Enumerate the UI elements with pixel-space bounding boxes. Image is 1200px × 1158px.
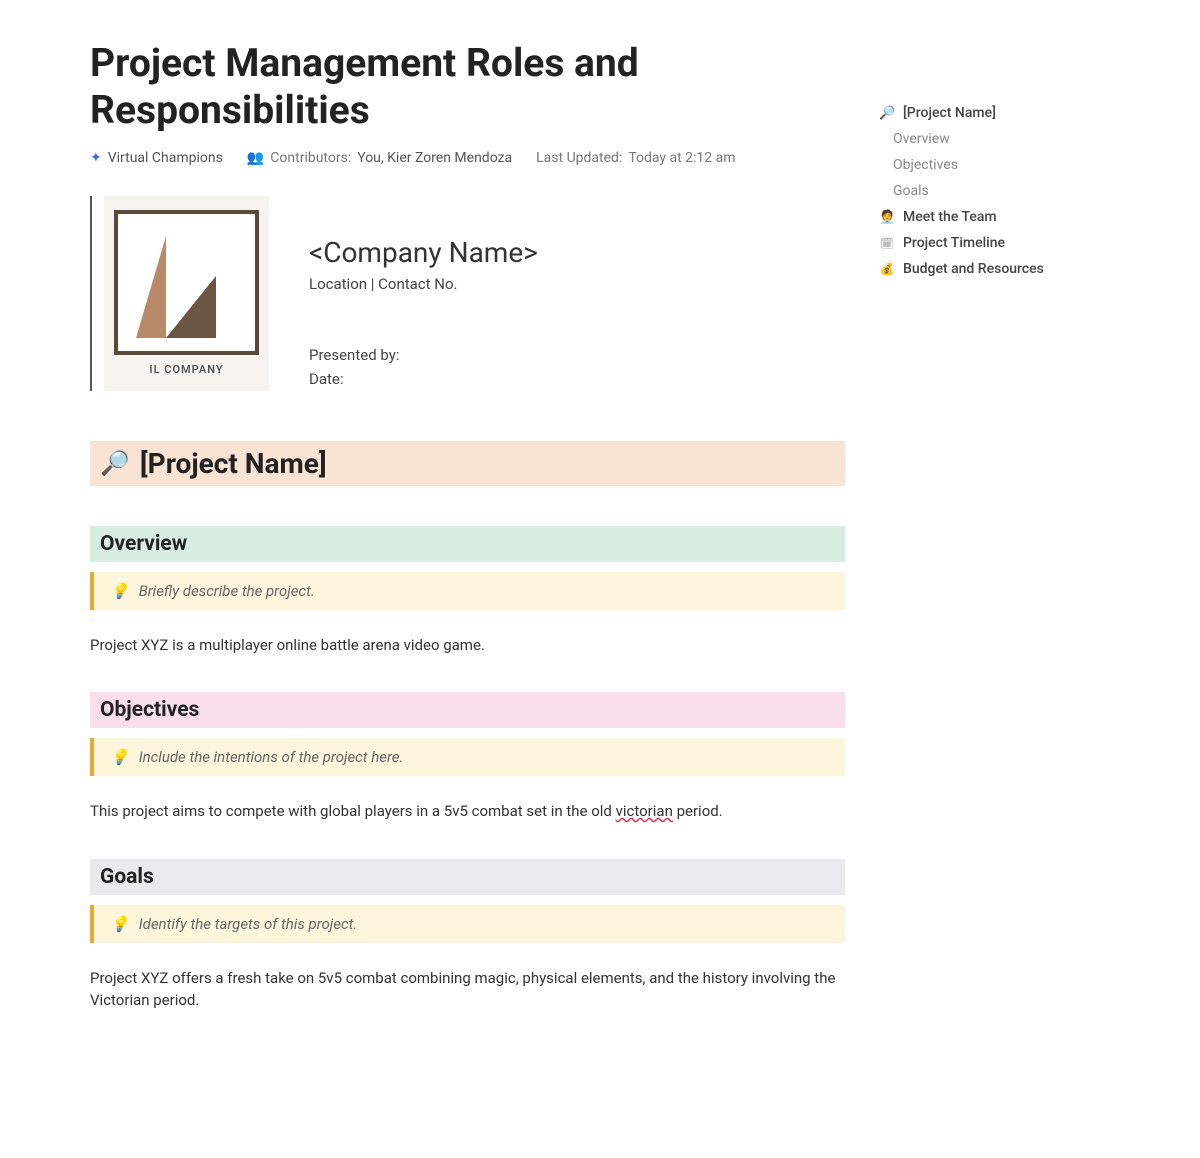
toc-label: [Project Name] bbox=[903, 105, 996, 121]
logo-label: IL COMPANY bbox=[149, 363, 223, 376]
overview-hint-text: Briefly describe the project. bbox=[139, 582, 315, 600]
people-icon: 👥 bbox=[247, 150, 264, 166]
bulb-icon: 💡 bbox=[110, 915, 129, 933]
company-name: <Company Name> bbox=[309, 236, 538, 269]
workspace-chip[interactable]: ✦ Virtual Champions bbox=[90, 150, 223, 166]
last-updated-chip: Last Updated: Today at 2:12 am bbox=[536, 150, 735, 166]
toc-label: Objectives bbox=[893, 157, 958, 173]
workspace-name: Virtual Champions bbox=[108, 150, 223, 166]
contributors-chip[interactable]: 👥 Contributors: You, Kier Zoren Mendoza bbox=[247, 150, 512, 166]
document-main: Project Management Roles and Responsibil… bbox=[90, 40, 845, 1012]
last-updated-value: Today at 2:12 am bbox=[628, 150, 735, 166]
company-block: IL COMPANY <Company Name> Location | Con… bbox=[90, 196, 845, 391]
calendar-icon: 🗓 bbox=[879, 237, 895, 250]
contributors-label: Contributors: bbox=[270, 150, 351, 166]
toc-overview[interactable]: Overview bbox=[875, 126, 1065, 152]
goals-heading: Goals bbox=[100, 865, 154, 889]
toc-label: Meet the Team bbox=[903, 209, 997, 225]
contributors-value: You, Kier Zoren Mendoza bbox=[357, 150, 512, 166]
bulb-icon: 💡 bbox=[110, 748, 129, 766]
presented-by: Presented by: bbox=[309, 343, 538, 367]
logo-graphic bbox=[114, 210, 259, 355]
company-sub: Location | Contact No. bbox=[309, 275, 538, 293]
overview-body: Project XYZ is a multiplayer online batt… bbox=[90, 634, 845, 657]
objectives-body-pre: This project aims to compete with global… bbox=[90, 802, 616, 820]
toc-label: Budget and Resources bbox=[903, 261, 1044, 277]
objectives-body-emph: victorian bbox=[616, 802, 673, 820]
project-name-banner: 🔎 [Project Name] bbox=[90, 441, 845, 486]
goals-hint: 💡 Identify the targets of this project. bbox=[90, 905, 845, 943]
goals-hint-text: Identify the targets of this project. bbox=[139, 915, 358, 933]
objectives-body-post: period. bbox=[673, 802, 723, 820]
presented-date: Date: bbox=[309, 367, 538, 391]
objectives-hint-text: Include the intentions of the project he… bbox=[139, 748, 404, 766]
magnifier-icon: 🔎 bbox=[100, 449, 130, 477]
company-logo: IL COMPANY bbox=[104, 196, 269, 391]
goals-banner: Goals bbox=[90, 859, 845, 895]
toc-label: Goals bbox=[893, 183, 929, 199]
sparkle-icon: ✦ bbox=[90, 150, 102, 166]
overview-heading: Overview bbox=[100, 532, 187, 556]
toc-budget[interactable]: 💰 Budget and Resources bbox=[875, 256, 1065, 282]
overview-banner: Overview bbox=[90, 526, 845, 562]
last-updated-label: Last Updated: bbox=[536, 150, 622, 166]
objectives-banner: Objectives bbox=[90, 692, 845, 728]
person-icon: 🧑‍💼 bbox=[879, 210, 895, 225]
toc-meet-team[interactable]: 🧑‍💼 Meet the Team bbox=[875, 204, 1065, 230]
objectives-hint: 💡 Include the intentions of the project … bbox=[90, 738, 845, 776]
document-meta: ✦ Virtual Champions 👥 Contributors: You,… bbox=[90, 150, 845, 166]
objectives-heading: Objectives bbox=[100, 698, 199, 722]
objectives-body: This project aims to compete with global… bbox=[90, 800, 845, 823]
magnifier-icon: 🔎 bbox=[879, 106, 895, 121]
toc-project-name[interactable]: 🔎 [Project Name] bbox=[875, 100, 1065, 126]
goals-body: Project XYZ offers a fresh take on 5v5 c… bbox=[90, 967, 845, 1012]
toc-objectives[interactable]: Objectives bbox=[875, 152, 1065, 178]
toc-project-timeline[interactable]: 🗓 Project Timeline bbox=[875, 230, 1065, 256]
toc-goals[interactable]: Goals bbox=[875, 178, 1065, 204]
table-of-contents: 🔎 [Project Name] Overview Objectives Goa… bbox=[875, 100, 1065, 282]
overview-hint: 💡 Briefly describe the project. bbox=[90, 572, 845, 610]
project-name-heading: [Project Name] bbox=[140, 447, 327, 480]
page-title: Project Management Roles and Responsibil… bbox=[90, 40, 845, 134]
bulb-icon: 💡 bbox=[110, 582, 129, 600]
toc-label: Project Timeline bbox=[903, 235, 1005, 251]
moneybag-icon: 💰 bbox=[879, 262, 895, 276]
toc-label: Overview bbox=[893, 131, 950, 147]
